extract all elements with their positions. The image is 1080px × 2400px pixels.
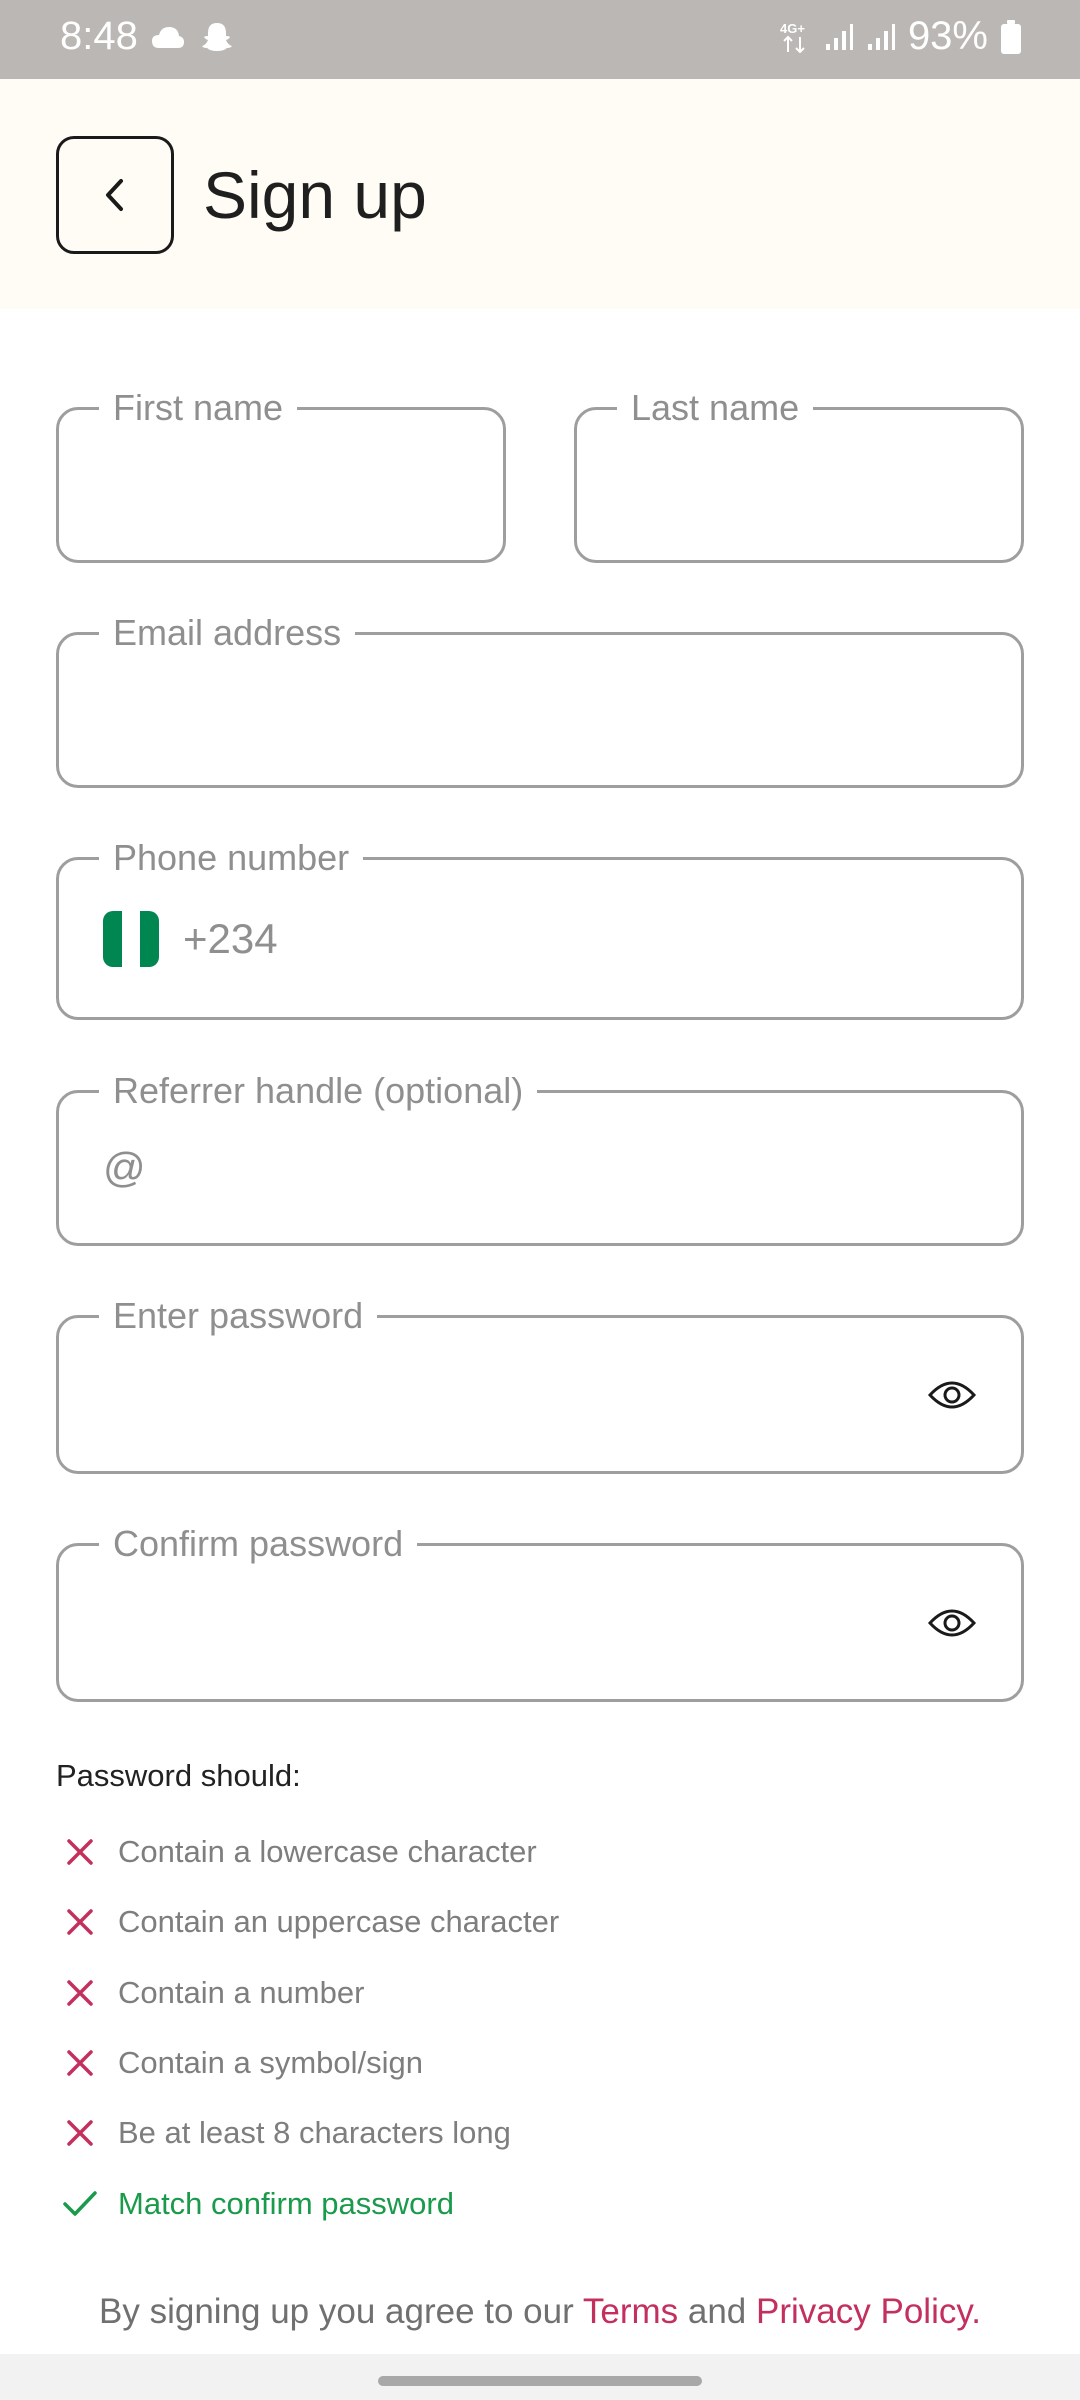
- rule-item: Contain a number: [56, 1969, 364, 2017]
- terms-link[interactable]: Terms: [583, 2292, 678, 2331]
- rule-text: Contain a lowercase character: [118, 1834, 537, 1869]
- status-notification-icons: [150, 20, 234, 54]
- email-field[interactable]: Email address: [56, 611, 1024, 788]
- referrer-field[interactable]: Referrer handle (optional) @: [56, 1069, 1024, 1246]
- rule-item: Be at least 8 characters long: [56, 2109, 511, 2157]
- rule-text: Be at least 8 characters long: [118, 2115, 511, 2150]
- privacy-policy-link[interactable]: Privacy Policy.: [756, 2292, 981, 2331]
- first-name-label: First name: [99, 386, 298, 430]
- password-rules-title: Password should:: [56, 1758, 301, 1793]
- header: Sign up: [0, 79, 1080, 309]
- password-field[interactable]: Enter password: [56, 1294, 1024, 1474]
- status-time: 8:48: [60, 14, 138, 58]
- battery-icon: [1001, 19, 1021, 54]
- rule-item: Contain a lowercase character: [56, 1828, 537, 1876]
- signal-icon: [825, 23, 853, 50]
- cross-icon: [56, 1969, 104, 2017]
- network-4g-icon: 4G+: [780, 21, 805, 53]
- chevron-left-icon: [106, 179, 123, 211]
- rule-text: Match confirm password: [118, 2186, 454, 2221]
- cross-icon: [56, 1828, 104, 1876]
- password-label: Enter password: [99, 1294, 378, 1338]
- status-system-icons: 4G+ 93%: [778, 14, 1022, 59]
- battery-percent: 93%: [907, 14, 988, 58]
- phone-field[interactable]: Phone number +234: [56, 836, 1024, 1020]
- nigeria-flag-icon[interactable]: [103, 910, 159, 967]
- page-title: Sign up: [203, 158, 427, 232]
- cross-icon: [56, 2039, 104, 2087]
- rule-item: Contain an uppercase character: [56, 1898, 559, 1946]
- rule-text: Contain an uppercase character: [118, 1904, 560, 1939]
- first-name-field[interactable]: First name: [56, 386, 506, 563]
- phone-country-code: +234: [183, 914, 278, 962]
- email-label: Email address: [99, 611, 356, 655]
- rule-item: Contain a symbol/sign: [56, 2039, 423, 2087]
- cross-icon: [56, 2109, 104, 2157]
- check-icon: [56, 2180, 104, 2228]
- eye-icon[interactable]: [927, 1377, 977, 1413]
- snapchat-ghost-icon: [202, 23, 232, 51]
- status-bar: 8:48 4G+ 93%: [0, 0, 1080, 79]
- rule-text: Contain a symbol/sign: [118, 2045, 423, 2080]
- terms-text: By signing up you agree to our Terms and…: [0, 2292, 1080, 2332]
- rule-item: Match confirm password: [56, 2180, 454, 2228]
- back-button[interactable]: [56, 136, 174, 254]
- rule-text: Contain a number: [118, 1975, 365, 2010]
- at-prefix: @: [103, 1144, 146, 1191]
- svg-text:4G+: 4G+: [780, 21, 805, 36]
- referrer-label: Referrer handle (optional): [99, 1069, 538, 1113]
- last-name-label: Last name: [617, 386, 814, 430]
- terms-and: and: [678, 2292, 757, 2331]
- phone-label: Phone number: [99, 836, 364, 880]
- cross-icon: [56, 1898, 104, 1946]
- navigation-bar: [0, 2354, 1080, 2400]
- home-gesture-handle[interactable]: [378, 2376, 702, 2386]
- terms-prefix: By signing up you agree to our: [99, 2292, 583, 2331]
- last-name-field[interactable]: Last name: [574, 386, 1024, 563]
- signal-icon: [867, 23, 895, 50]
- eye-icon[interactable]: [927, 1605, 977, 1641]
- confirm-password-label: Confirm password: [99, 1522, 418, 1566]
- cloud-icon: [152, 27, 184, 48]
- confirm-password-field[interactable]: Confirm password: [56, 1522, 1024, 1702]
